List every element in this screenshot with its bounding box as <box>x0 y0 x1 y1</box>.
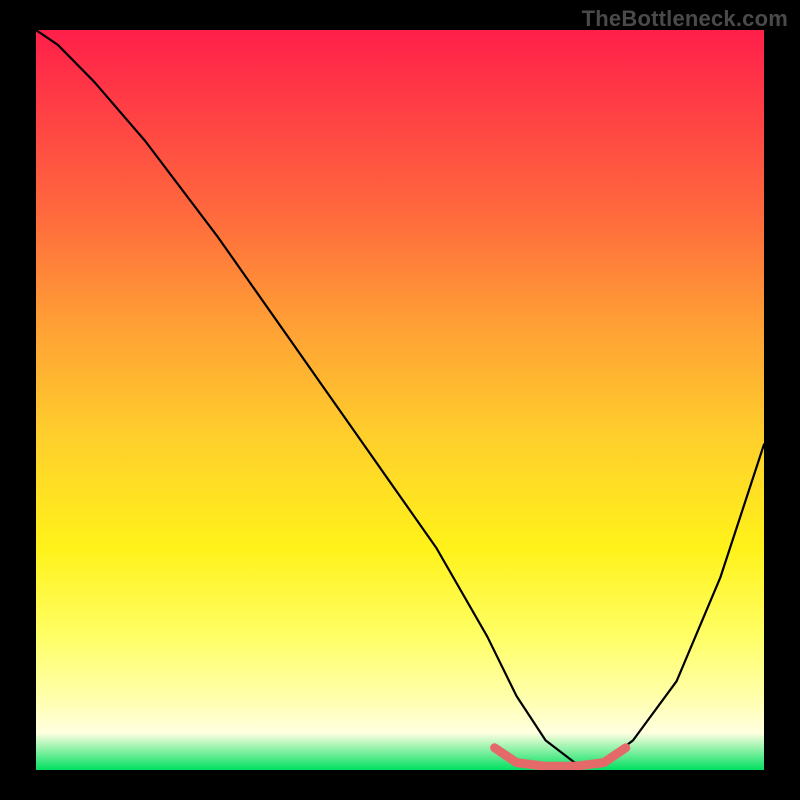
curve-layer <box>36 30 764 770</box>
bottleneck-curve-path <box>36 30 764 763</box>
plot-area <box>36 30 764 770</box>
chart-frame: TheBottleneck.com <box>0 0 800 800</box>
watermark-label: TheBottleneck.com <box>582 6 788 32</box>
